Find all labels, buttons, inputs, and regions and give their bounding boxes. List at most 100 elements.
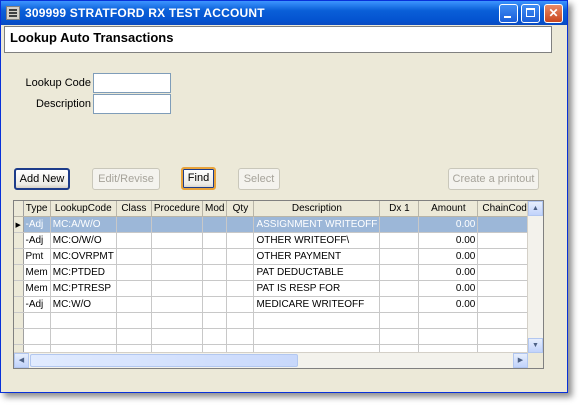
col-header-amount[interactable]: Amount bbox=[418, 201, 479, 217]
grid-cell[interactable] bbox=[226, 248, 255, 265]
create-printout-button[interactable]: Create a printout bbox=[448, 168, 539, 190]
grid-cell[interactable] bbox=[226, 328, 255, 345]
grid-cell[interactable] bbox=[379, 264, 420, 281]
grid-cell[interactable] bbox=[202, 328, 228, 345]
grid-cell[interactable] bbox=[23, 328, 51, 345]
minimize-button[interactable] bbox=[499, 4, 518, 23]
row-indicator[interactable] bbox=[14, 232, 24, 249]
table-row[interactable]: Mem MC:PTDED PAT DEDUCTABLE 0.00 bbox=[14, 264, 538, 281]
transactions-grid[interactable]: Type LookupCode Class Procedure Mod Qty … bbox=[13, 200, 544, 369]
grid-cell[interactable]: MC:PTRESP bbox=[50, 280, 117, 297]
grid-cell[interactable] bbox=[202, 232, 228, 249]
close-button[interactable]: ✕ bbox=[544, 4, 563, 23]
grid-cell[interactable] bbox=[50, 328, 117, 345]
grid-cell[interactable]: Mem bbox=[23, 280, 51, 297]
grid-cell[interactable] bbox=[226, 232, 255, 249]
grid-cell[interactable]: MC:A/W/O bbox=[50, 216, 117, 233]
grid-cell[interactable]: PAT DEDUCTABLE bbox=[253, 264, 381, 281]
grid-cell[interactable]: 0.00 bbox=[418, 216, 479, 233]
col-header-description[interactable]: Description bbox=[253, 201, 381, 217]
grid-cell[interactable]: 0.00 bbox=[418, 296, 479, 313]
grid-cell[interactable]: Pmt bbox=[23, 248, 51, 265]
grid-cell[interactable] bbox=[116, 216, 152, 233]
grid-cell[interactable] bbox=[226, 312, 255, 329]
grid-cell[interactable] bbox=[116, 248, 152, 265]
grid-cell[interactable] bbox=[151, 312, 203, 329]
grid-cell[interactable] bbox=[151, 296, 203, 313]
table-row[interactable]: Mem MC:PTRESP PAT IS RESP FOR 0.00 bbox=[14, 280, 538, 297]
grid-cell[interactable] bbox=[226, 280, 255, 297]
grid-cell[interactable]: -Adj bbox=[23, 232, 51, 249]
grid-cell[interactable]: MEDICARE WRITEOFF bbox=[253, 296, 381, 313]
grid-cell[interactable] bbox=[379, 216, 420, 233]
edit-revise-button[interactable]: Edit/Revise bbox=[92, 168, 160, 190]
grid-cell[interactable] bbox=[202, 280, 228, 297]
grid-cell[interactable]: -Adj bbox=[23, 216, 51, 233]
row-indicator[interactable] bbox=[14, 312, 24, 329]
grid-cell[interactable]: OTHER PAYMENT bbox=[253, 248, 381, 265]
grid-cell[interactable] bbox=[418, 312, 479, 329]
grid-cell[interactable] bbox=[23, 312, 51, 329]
grid-cell[interactable] bbox=[418, 328, 479, 345]
grid-cell[interactable] bbox=[116, 264, 152, 281]
empty-table-row[interactable] bbox=[14, 328, 538, 345]
grid-cell[interactable] bbox=[202, 248, 228, 265]
grid-cell[interactable] bbox=[253, 312, 381, 329]
horizontal-scroll-thumb[interactable] bbox=[30, 354, 298, 367]
grid-cell[interactable] bbox=[379, 312, 420, 329]
grid-cell[interactable] bbox=[151, 328, 203, 345]
grid-cell[interactable] bbox=[151, 248, 203, 265]
table-row[interactable]: ▶ -Adj MC:A/W/O ASSIGNMENT WRITEOFF 0.00 bbox=[14, 216, 538, 233]
lookup-code-input[interactable] bbox=[93, 73, 171, 93]
add-new-button[interactable]: Add New bbox=[14, 168, 70, 190]
grid-cell[interactable] bbox=[202, 312, 228, 329]
grid-cell[interactable] bbox=[379, 232, 420, 249]
row-indicator[interactable] bbox=[14, 248, 24, 265]
scroll-right-button[interactable]: ▶ bbox=[513, 353, 528, 368]
col-header-mod[interactable]: Mod bbox=[202, 201, 228, 217]
col-header-class[interactable]: Class bbox=[116, 201, 152, 217]
empty-table-row[interactable] bbox=[14, 312, 538, 329]
table-row[interactable]: -Adj MC:O/W/O OTHER WRITEOFF\ 0.00 bbox=[14, 232, 538, 249]
col-header-dx1[interactable]: Dx 1 bbox=[379, 201, 420, 217]
grid-cell[interactable] bbox=[226, 216, 255, 233]
maximize-button[interactable] bbox=[521, 4, 540, 23]
col-header-type[interactable]: Type bbox=[23, 201, 51, 217]
row-indicator[interactable] bbox=[14, 296, 24, 313]
grid-cell[interactable] bbox=[226, 296, 255, 313]
col-header-qty[interactable]: Qty bbox=[226, 201, 255, 217]
scroll-up-button[interactable]: ▲ bbox=[528, 201, 543, 216]
grid-cell[interactable] bbox=[379, 296, 420, 313]
grid-cell[interactable] bbox=[151, 232, 203, 249]
table-row[interactable]: Pmt MC:OVRPMT OTHER PAYMENT 0.00 bbox=[14, 248, 538, 265]
grid-cell[interactable]: Mem bbox=[23, 264, 51, 281]
scroll-left-button[interactable]: ◀ bbox=[14, 353, 29, 368]
grid-cell[interactable] bbox=[202, 296, 228, 313]
grid-cell[interactable]: MC:OVRPMT bbox=[50, 248, 117, 265]
grid-cell[interactable]: PAT IS RESP FOR bbox=[253, 280, 381, 297]
vertical-scrollbar[interactable]: ▲ ▼ bbox=[527, 201, 543, 353]
grid-cell[interactable] bbox=[379, 328, 420, 345]
title-bar[interactable]: 309999 STRATFORD RX TEST ACCOUNT ✕ bbox=[1, 1, 567, 25]
row-indicator[interactable]: ▶ bbox=[14, 216, 24, 233]
col-header-procedure[interactable]: Procedure bbox=[151, 201, 203, 217]
grid-cell[interactable] bbox=[151, 280, 203, 297]
grid-cell[interactable] bbox=[116, 312, 152, 329]
table-row[interactable]: -Adj MC:W/O MEDICARE WRITEOFF 0.00 bbox=[14, 296, 538, 313]
grid-cell[interactable]: OTHER WRITEOFF\ bbox=[253, 232, 381, 249]
grid-cell[interactable]: 0.00 bbox=[418, 232, 479, 249]
grid-cell[interactable]: 0.00 bbox=[418, 248, 479, 265]
row-indicator[interactable] bbox=[14, 280, 24, 297]
grid-cell[interactable] bbox=[226, 264, 255, 281]
grid-cell[interactable]: MC:PTDED bbox=[50, 264, 117, 281]
grid-cell[interactable] bbox=[116, 296, 152, 313]
grid-cell[interactable] bbox=[116, 280, 152, 297]
row-indicator[interactable] bbox=[14, 328, 24, 345]
grid-cell[interactable]: MC:W/O bbox=[50, 296, 117, 313]
grid-cell[interactable] bbox=[379, 248, 420, 265]
grid-cell[interactable] bbox=[202, 264, 228, 281]
grid-cell[interactable] bbox=[202, 216, 228, 233]
grid-cell[interactable] bbox=[151, 264, 203, 281]
grid-cell[interactable] bbox=[116, 232, 152, 249]
grid-cell[interactable]: 0.00 bbox=[418, 280, 479, 297]
